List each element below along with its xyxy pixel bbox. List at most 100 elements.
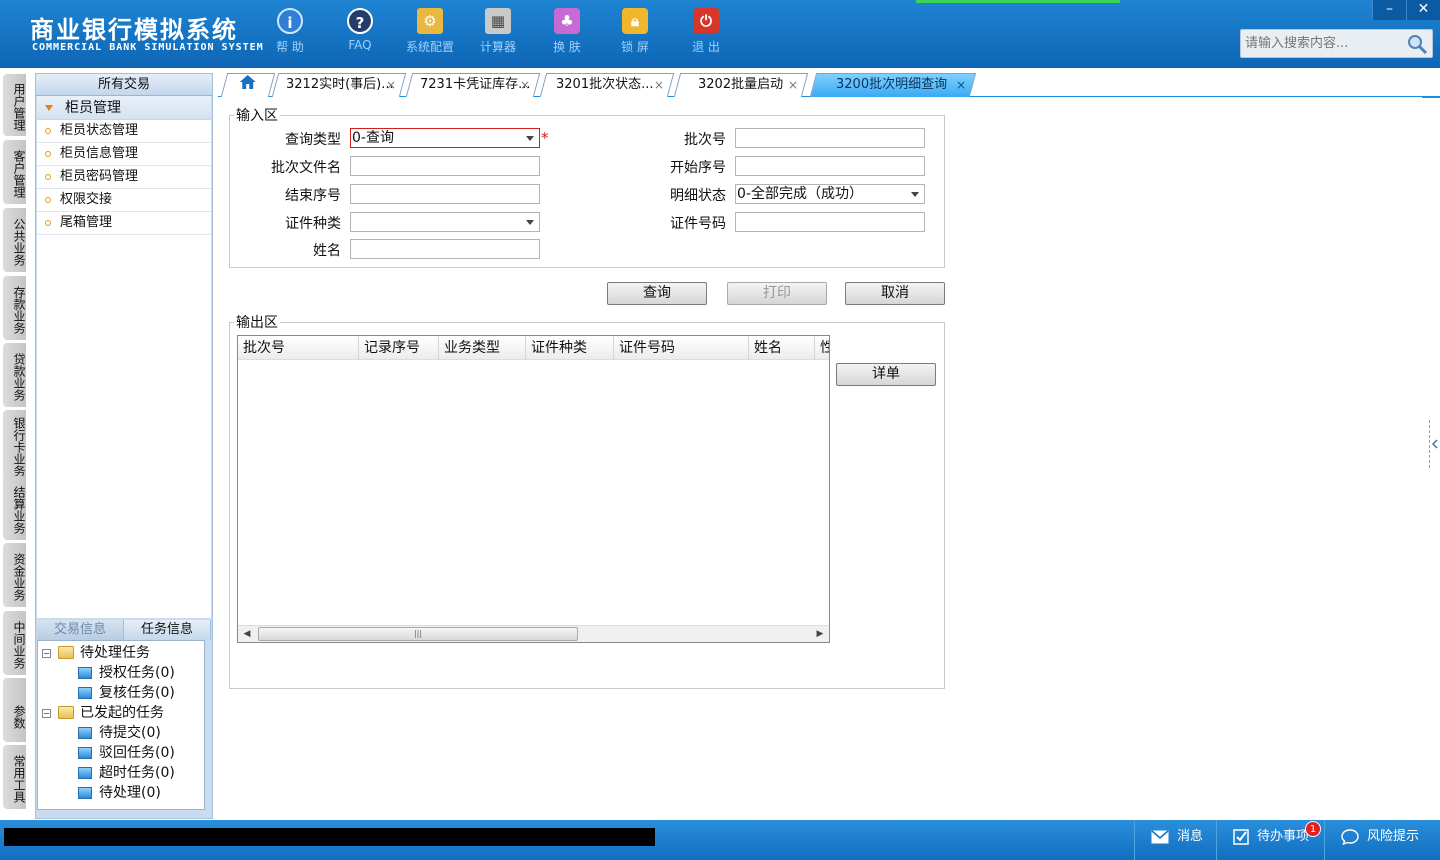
app-title: 商业银行模拟系统: [30, 16, 238, 44]
tab-task-info[interactable]: 任务信息: [124, 620, 211, 640]
dropdown-arrow-icon: [911, 192, 919, 197]
vnav-tools[interactable]: 常用工具: [3, 745, 26, 809]
skin-button[interactable]: ♣ 换 肤: [537, 8, 597, 55]
column-header[interactable]: 姓名: [749, 336, 815, 360]
task-tree: − 待处理任务 授权任务(0) 复核任务(0) − 已发起的任务 待提交(0) …: [37, 640, 205, 810]
expand-arrow-icon: [45, 105, 53, 111]
query-button[interactable]: 查询: [607, 282, 707, 305]
query-type-label: 查询类型: [285, 132, 341, 148]
vnav-settlement[interactable]: 结算业务: [3, 476, 26, 540]
menu-item-teller-password[interactable]: 柜员密码管理: [37, 166, 211, 189]
search-input[interactable]: [1241, 30, 1401, 57]
tree-node-timeout[interactable]: 超时任务(0): [38, 763, 204, 783]
search-icon[interactable]: [1406, 33, 1428, 55]
id-type-select[interactable]: [350, 212, 540, 232]
vnav-deposit[interactable]: 存款业务: [3, 276, 26, 340]
todo-button[interactable]: 待办事项 1: [1216, 820, 1324, 860]
tab-3201[interactable]: 3201批次状态... ×: [539, 73, 675, 97]
tab-transaction-info[interactable]: 交易信息: [37, 620, 124, 640]
menu-item-permission-handover[interactable]: 权限交接: [37, 189, 211, 212]
tab-home[interactable]: [220, 73, 276, 97]
vnav-public-business[interactable]: 公共业务: [3, 208, 26, 272]
bullet-icon: [45, 128, 51, 134]
tab-label: 3201批次状态...: [556, 77, 654, 92]
messages-button[interactable]: 消息: [1134, 820, 1216, 860]
scroll-thumb[interactable]: |||: [258, 627, 578, 641]
info-icon: i: [277, 8, 303, 34]
collapse-icon[interactable]: −: [42, 649, 51, 658]
input-legend: 输入区: [236, 108, 278, 124]
query-type-select[interactable]: 0-查询: [350, 128, 540, 148]
tree-node-to-submit[interactable]: 待提交(0): [38, 723, 204, 743]
menu-item-teller-status[interactable]: 柜员状态管理: [37, 120, 211, 143]
calculator-button[interactable]: ▦ 计算器: [468, 8, 528, 55]
end-seq-input[interactable]: [350, 184, 540, 204]
vnav-loan[interactable]: 贷款业务: [3, 343, 26, 407]
horizontal-scrollbar[interactable]: ◀ ||| ▶: [238, 625, 829, 642]
lock-button[interactable]: 🔒︎ 锁 屏: [605, 8, 665, 55]
cancel-button[interactable]: 取消: [845, 282, 945, 305]
end-seq-label: 结束序号: [285, 188, 341, 204]
batch-no-input[interactable]: [735, 128, 925, 148]
vnav-parameters[interactable]: 参数: [3, 678, 26, 742]
close-icon[interactable]: ×: [386, 74, 396, 96]
column-header[interactable]: 证件种类: [526, 336, 614, 360]
help-button[interactable]: i 帮 助: [260, 8, 320, 55]
tree-node-review-tasks[interactable]: 复核任务(0): [38, 683, 204, 703]
id-no-input[interactable]: [735, 212, 925, 232]
tree-node-label: 授权任务(0): [99, 665, 175, 681]
menu-item-tail-box[interactable]: 尾箱管理: [37, 212, 211, 235]
column-header[interactable]: 记录序号: [359, 336, 439, 360]
tab-3202[interactable]: 3202批量启动 ×: [673, 73, 809, 97]
result-table[interactable]: 批次号 记录序号 业务类型 证件种类 证件号码 姓名 性 ◀ ||| ▶: [237, 335, 830, 643]
tree-node-auth-tasks[interactable]: 授权任务(0): [38, 663, 204, 683]
column-header[interactable]: 证件号码: [614, 336, 749, 360]
menu-item-teller-info[interactable]: 柜员信息管理: [37, 143, 211, 166]
all-transactions-header[interactable]: 所有交易: [36, 74, 212, 96]
faq-button[interactable]: ? FAQ: [330, 8, 390, 52]
tab-3200[interactable]: 3200批次明细查询 ×: [809, 73, 977, 97]
exit-button[interactable]: ⏻ 退 出: [676, 8, 736, 55]
lock-label: 锁 屏: [621, 40, 649, 54]
batch-file-input[interactable]: [350, 156, 540, 176]
config-button[interactable]: ⚙ 系统配置: [400, 8, 460, 55]
close-icon[interactable]: ×: [956, 74, 966, 96]
tab-3212[interactable]: 3212实时(事后)... ×: [271, 73, 407, 97]
close-icon[interactable]: ×: [520, 74, 530, 96]
detail-status-select[interactable]: 0-全部完成（成功）: [735, 184, 925, 204]
minimize-button[interactable]: –: [1372, 0, 1406, 20]
messages-label: 消息: [1177, 829, 1204, 844]
risk-alert-button[interactable]: 风险提示: [1324, 820, 1440, 860]
vnav-funds[interactable]: 资金业务: [3, 543, 26, 607]
app-subtitle: COMMERCIAL BANK SIMULATION SYSTEM: [32, 42, 264, 53]
detail-button[interactable]: 详单: [836, 363, 936, 386]
start-seq-input[interactable]: [735, 156, 925, 176]
menu-group-teller-mgmt[interactable]: 柜员管理: [37, 96, 211, 120]
close-icon[interactable]: ×: [788, 74, 798, 96]
progress-strip: [916, 0, 1120, 3]
print-button[interactable]: 打印: [727, 282, 827, 305]
vnav-customer-mgmt[interactable]: 客户管理: [3, 140, 26, 204]
scroll-left-icon[interactable]: ◀: [238, 626, 256, 642]
tree-node-to-process[interactable]: 待处理(0): [38, 783, 204, 803]
tree-node-initiated[interactable]: − 已发起的任务: [38, 703, 204, 723]
tab-7231[interactable]: 7231卡凭证库存... ×: [405, 73, 541, 97]
column-header[interactable]: 业务类型: [439, 336, 526, 360]
menu-item-label: 权限交接: [60, 192, 113, 207]
column-header[interactable]: 性: [815, 336, 829, 360]
scroll-right-icon[interactable]: ▶: [811, 626, 829, 642]
vnav-user-mgmt[interactable]: 用户管理: [3, 74, 26, 136]
collapse-icon[interactable]: −: [42, 709, 51, 718]
vnav-bank-card[interactable]: 银行卡业务: [3, 410, 26, 480]
name-input[interactable]: [350, 239, 540, 259]
tree-node-pending[interactable]: − 待处理任务: [38, 643, 204, 663]
vnav-intermediate[interactable]: 中间业务: [3, 611, 26, 675]
close-icon[interactable]: ×: [654, 74, 664, 96]
task-icon: [78, 687, 92, 699]
dropdown-arrow-icon: [526, 220, 534, 225]
home-icon: [239, 75, 256, 89]
close-button[interactable]: ✕: [1406, 0, 1440, 20]
tree-node-rejected[interactable]: 驳回任务(0): [38, 743, 204, 763]
column-header[interactable]: 批次号: [238, 336, 359, 360]
panel-collapse-handle[interactable]: [1429, 420, 1440, 468]
